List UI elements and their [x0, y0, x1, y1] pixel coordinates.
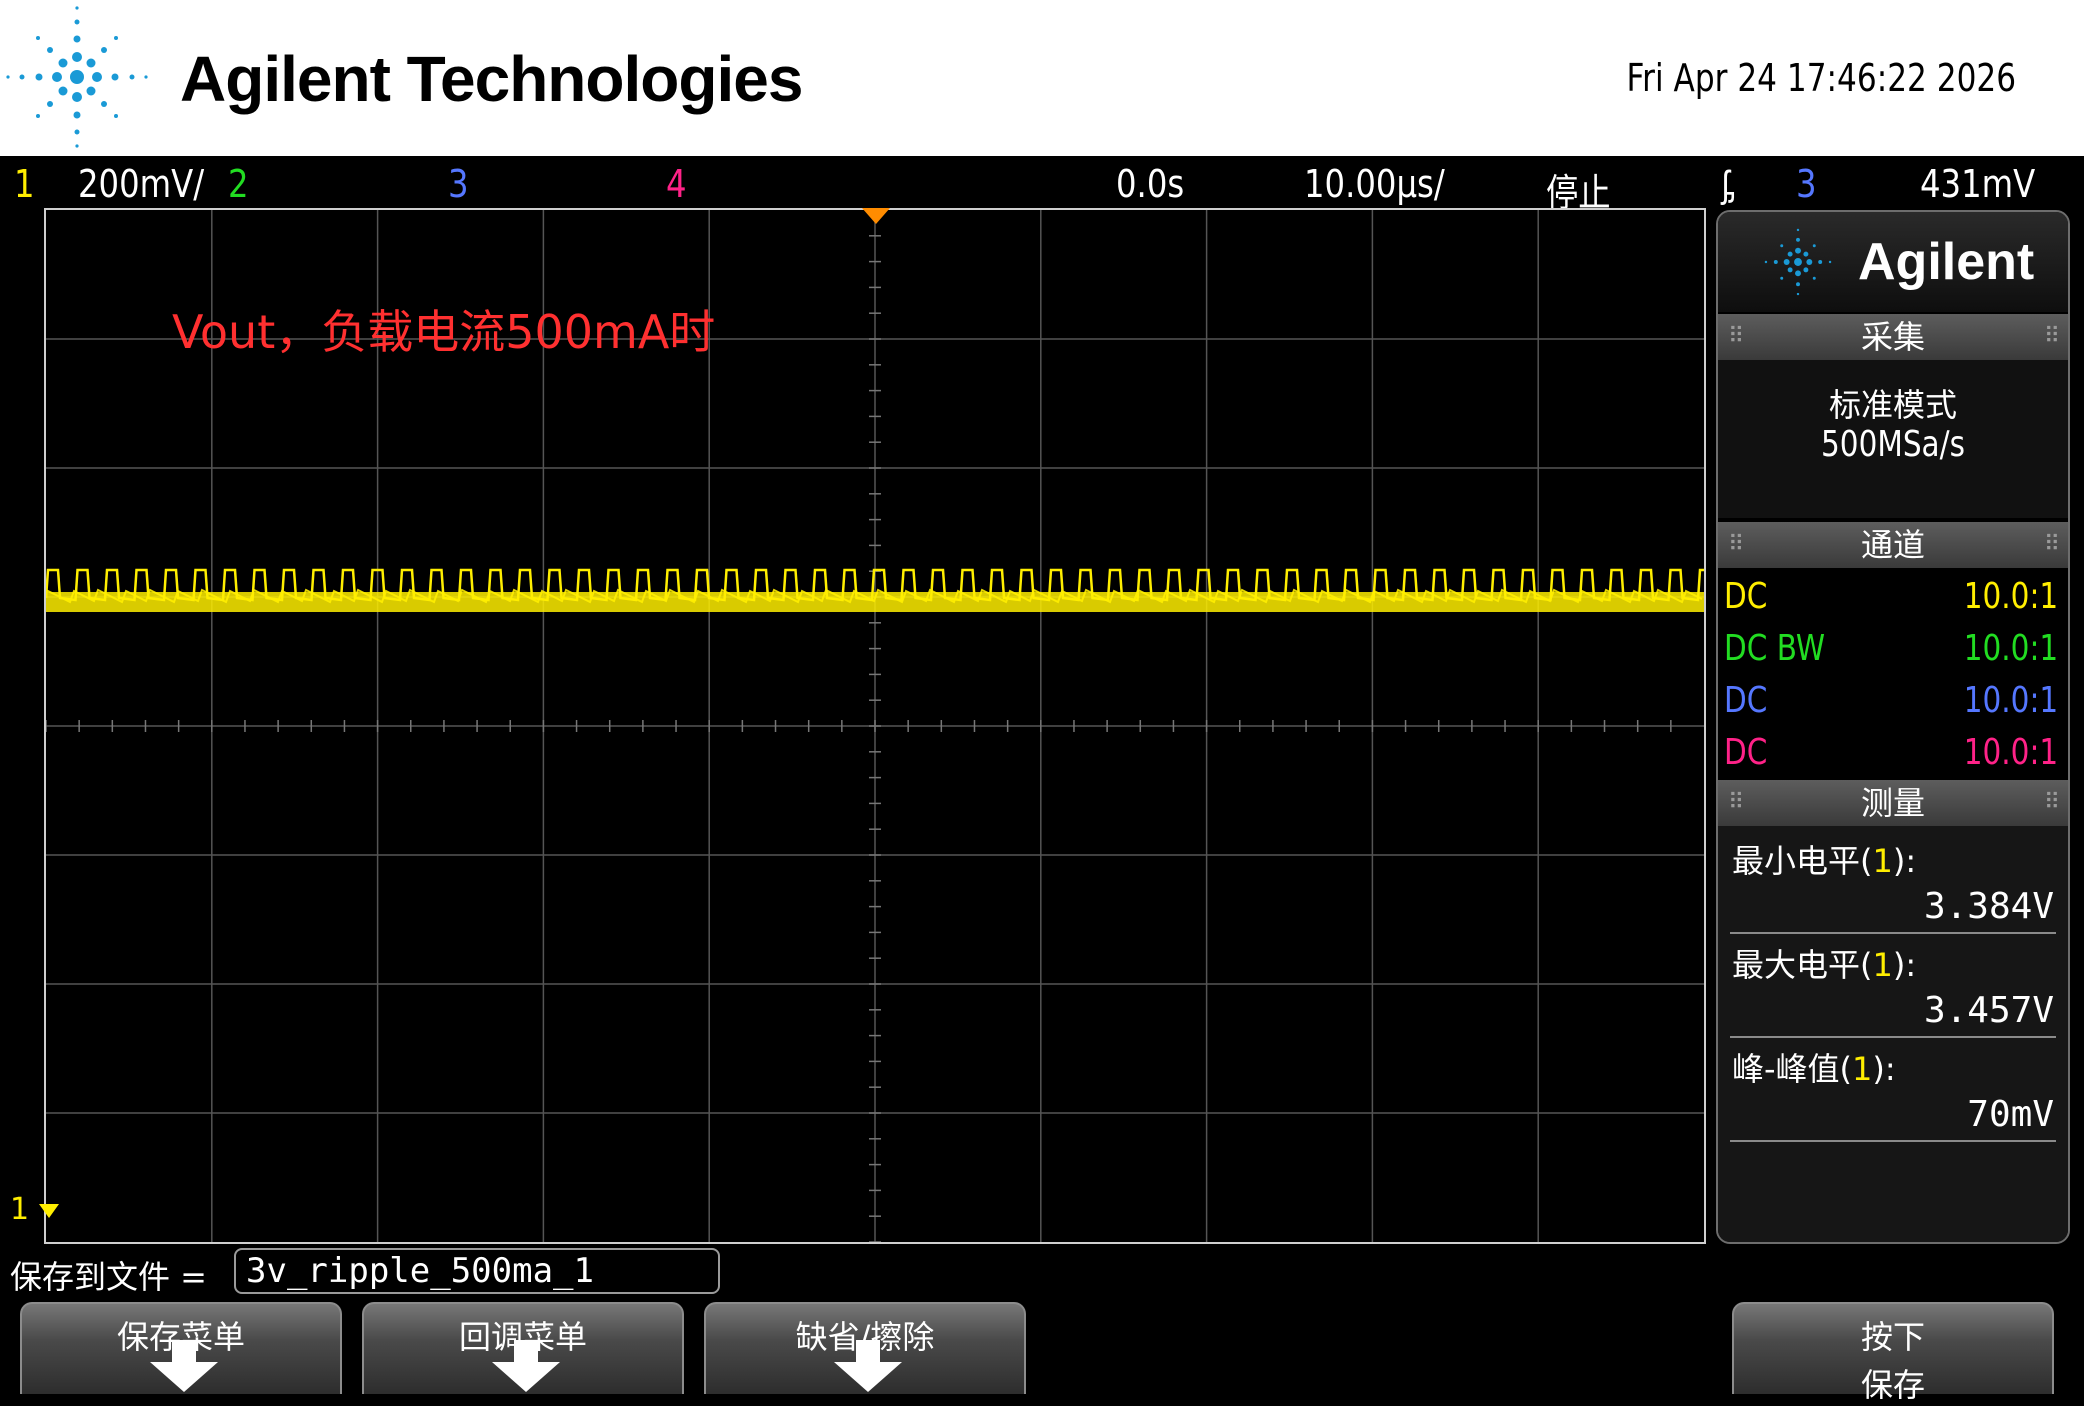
channels-section-header: ⠿ 通道 ⠿ — [1718, 522, 2068, 568]
title-header: Agilent Technologies Fri Apr 24 17:46:22… — [0, 0, 2084, 158]
ch3-indicator[interactable]: 3 — [448, 162, 469, 206]
ch4-coupling: DC — [1724, 732, 1768, 773]
trigger-position-marker-icon[interactable] — [862, 208, 890, 224]
grip-icon: ⠿ — [2043, 324, 2060, 349]
meas-min-label: 最小电平(1): — [1732, 842, 1917, 880]
agilent-spark-logo-icon — [6, 6, 148, 148]
softkey-label: 按下 — [1860, 1318, 1925, 1356]
arrow-down-icon — [834, 1340, 902, 1392]
ch1-coupling: DC — [1724, 576, 1768, 617]
measure-section-body: 最小电平(1): 3.384V 最大电平(1): 3.457V 峰-峰值(1):… — [1718, 826, 2068, 1242]
agilent-spark-small-icon — [1764, 228, 1832, 296]
save-file-label: 保存到文件 = — [10, 1258, 207, 1296]
grip-icon: ⠿ — [2043, 532, 2060, 557]
trigger-edge-icon: ᶋ — [1722, 162, 1735, 206]
divider — [1730, 932, 2056, 934]
panel-logo-area: Agilent — [1718, 212, 2068, 312]
acquire-section-header: ⠿ 采集 ⠿ — [1718, 314, 2068, 360]
meas-max-value: 3.457V — [1923, 990, 2054, 1031]
grip-icon: ⠿ — [1728, 532, 1744, 557]
meas-pp-value: 70mV — [1967, 1094, 2054, 1135]
ch1-probe: 10.0:1 — [1963, 576, 2058, 617]
ch1-arrow-icon — [38, 1203, 59, 1218]
ch2-indicator[interactable]: 2 — [228, 162, 249, 206]
ch1-ground-marker-icon[interactable]: 1 — [10, 1192, 59, 1227]
acquire-title: 采集 — [1860, 318, 1925, 356]
status-bar: 1 200mV/ 2 3 4 0.0s 10.00μs/ 停止 ᶋ 3 431m… — [0, 158, 2084, 215]
measure-title: 测量 — [1860, 784, 1925, 822]
ch2-coupling: DC BW — [1724, 628, 1826, 669]
measure-section-header: ⠿ 测量 ⠿ — [1718, 780, 2068, 826]
ch1-marker-label: 1 — [10, 1192, 30, 1227]
trigger-source: 3 — [1796, 162, 1817, 206]
softkey-default-erase[interactable]: 缺省/擦除 — [704, 1302, 1026, 1394]
softkey-press-save[interactable]: 按下 保存 — [1732, 1302, 2054, 1404]
meas-min-value: 3.384V — [1923, 886, 2054, 927]
meas-pp-label: 峰-峰值(1): — [1732, 1050, 1896, 1088]
softkey-save-menu[interactable]: 保存菜单 — [20, 1302, 342, 1394]
arrow-down-icon — [150, 1340, 218, 1392]
acquire-section-body: 标准模式 500MSa/s — [1718, 360, 2068, 518]
brand-title: Agilent Technologies — [180, 43, 803, 115]
ch4-probe: 10.0:1 — [1963, 732, 2058, 773]
save-filename-input[interactable] — [234, 1248, 720, 1294]
meas-max-label: 最大电平(1): — [1732, 946, 1917, 984]
side-panel: Agilent ⠿ 采集 ⠿ 标准模式 500MSa/s ⠿ 通道 ⠿ DC 1… — [1716, 210, 2070, 1244]
acquire-mode: 标准模式 — [1828, 386, 1957, 424]
ch1-indicator[interactable]: 1 — [14, 162, 35, 206]
softkey-recall-menu[interactable]: 回调菜单 — [362, 1302, 684, 1394]
divider — [1730, 1140, 2056, 1142]
ch2-probe: 10.0:1 — [1963, 628, 2058, 669]
acquire-rate: 500MSa/s — [1821, 424, 1965, 465]
waveform-display[interactable] — [44, 208, 1706, 1244]
ch3-coupling: DC — [1724, 680, 1768, 721]
delay-readout: 0.0s — [1116, 162, 1185, 206]
grip-icon: ⠿ — [1728, 790, 1744, 815]
grip-icon: ⠿ — [2043, 790, 2060, 815]
timebase-readout: 10.00μs/ — [1304, 162, 1445, 206]
channels-section-body: DC 10.0:1 DC BW 10.0:1 DC 10.0:1 DC 10.0… — [1718, 568, 2068, 776]
channels-title: 通道 — [1860, 526, 1925, 564]
graticule — [46, 210, 1704, 1242]
datetime-display: Fri Apr 24 17:46:22 2026 — [1626, 56, 2016, 100]
grip-icon: ⠿ — [1728, 324, 1744, 349]
panel-brand: Agilent — [1858, 233, 2035, 291]
softkey-label: 保存 — [1860, 1366, 1925, 1404]
arrow-down-icon — [492, 1340, 560, 1392]
waveform-annotation: Vout，负载电流500mA时 — [172, 305, 716, 359]
ch4-indicator[interactable]: 4 — [666, 162, 687, 206]
ch1-scale: 200mV/ — [78, 162, 205, 206]
ch3-probe: 10.0:1 — [1963, 680, 2058, 721]
divider — [1730, 1036, 2056, 1038]
trigger-level: 431mV — [1920, 162, 2036, 206]
